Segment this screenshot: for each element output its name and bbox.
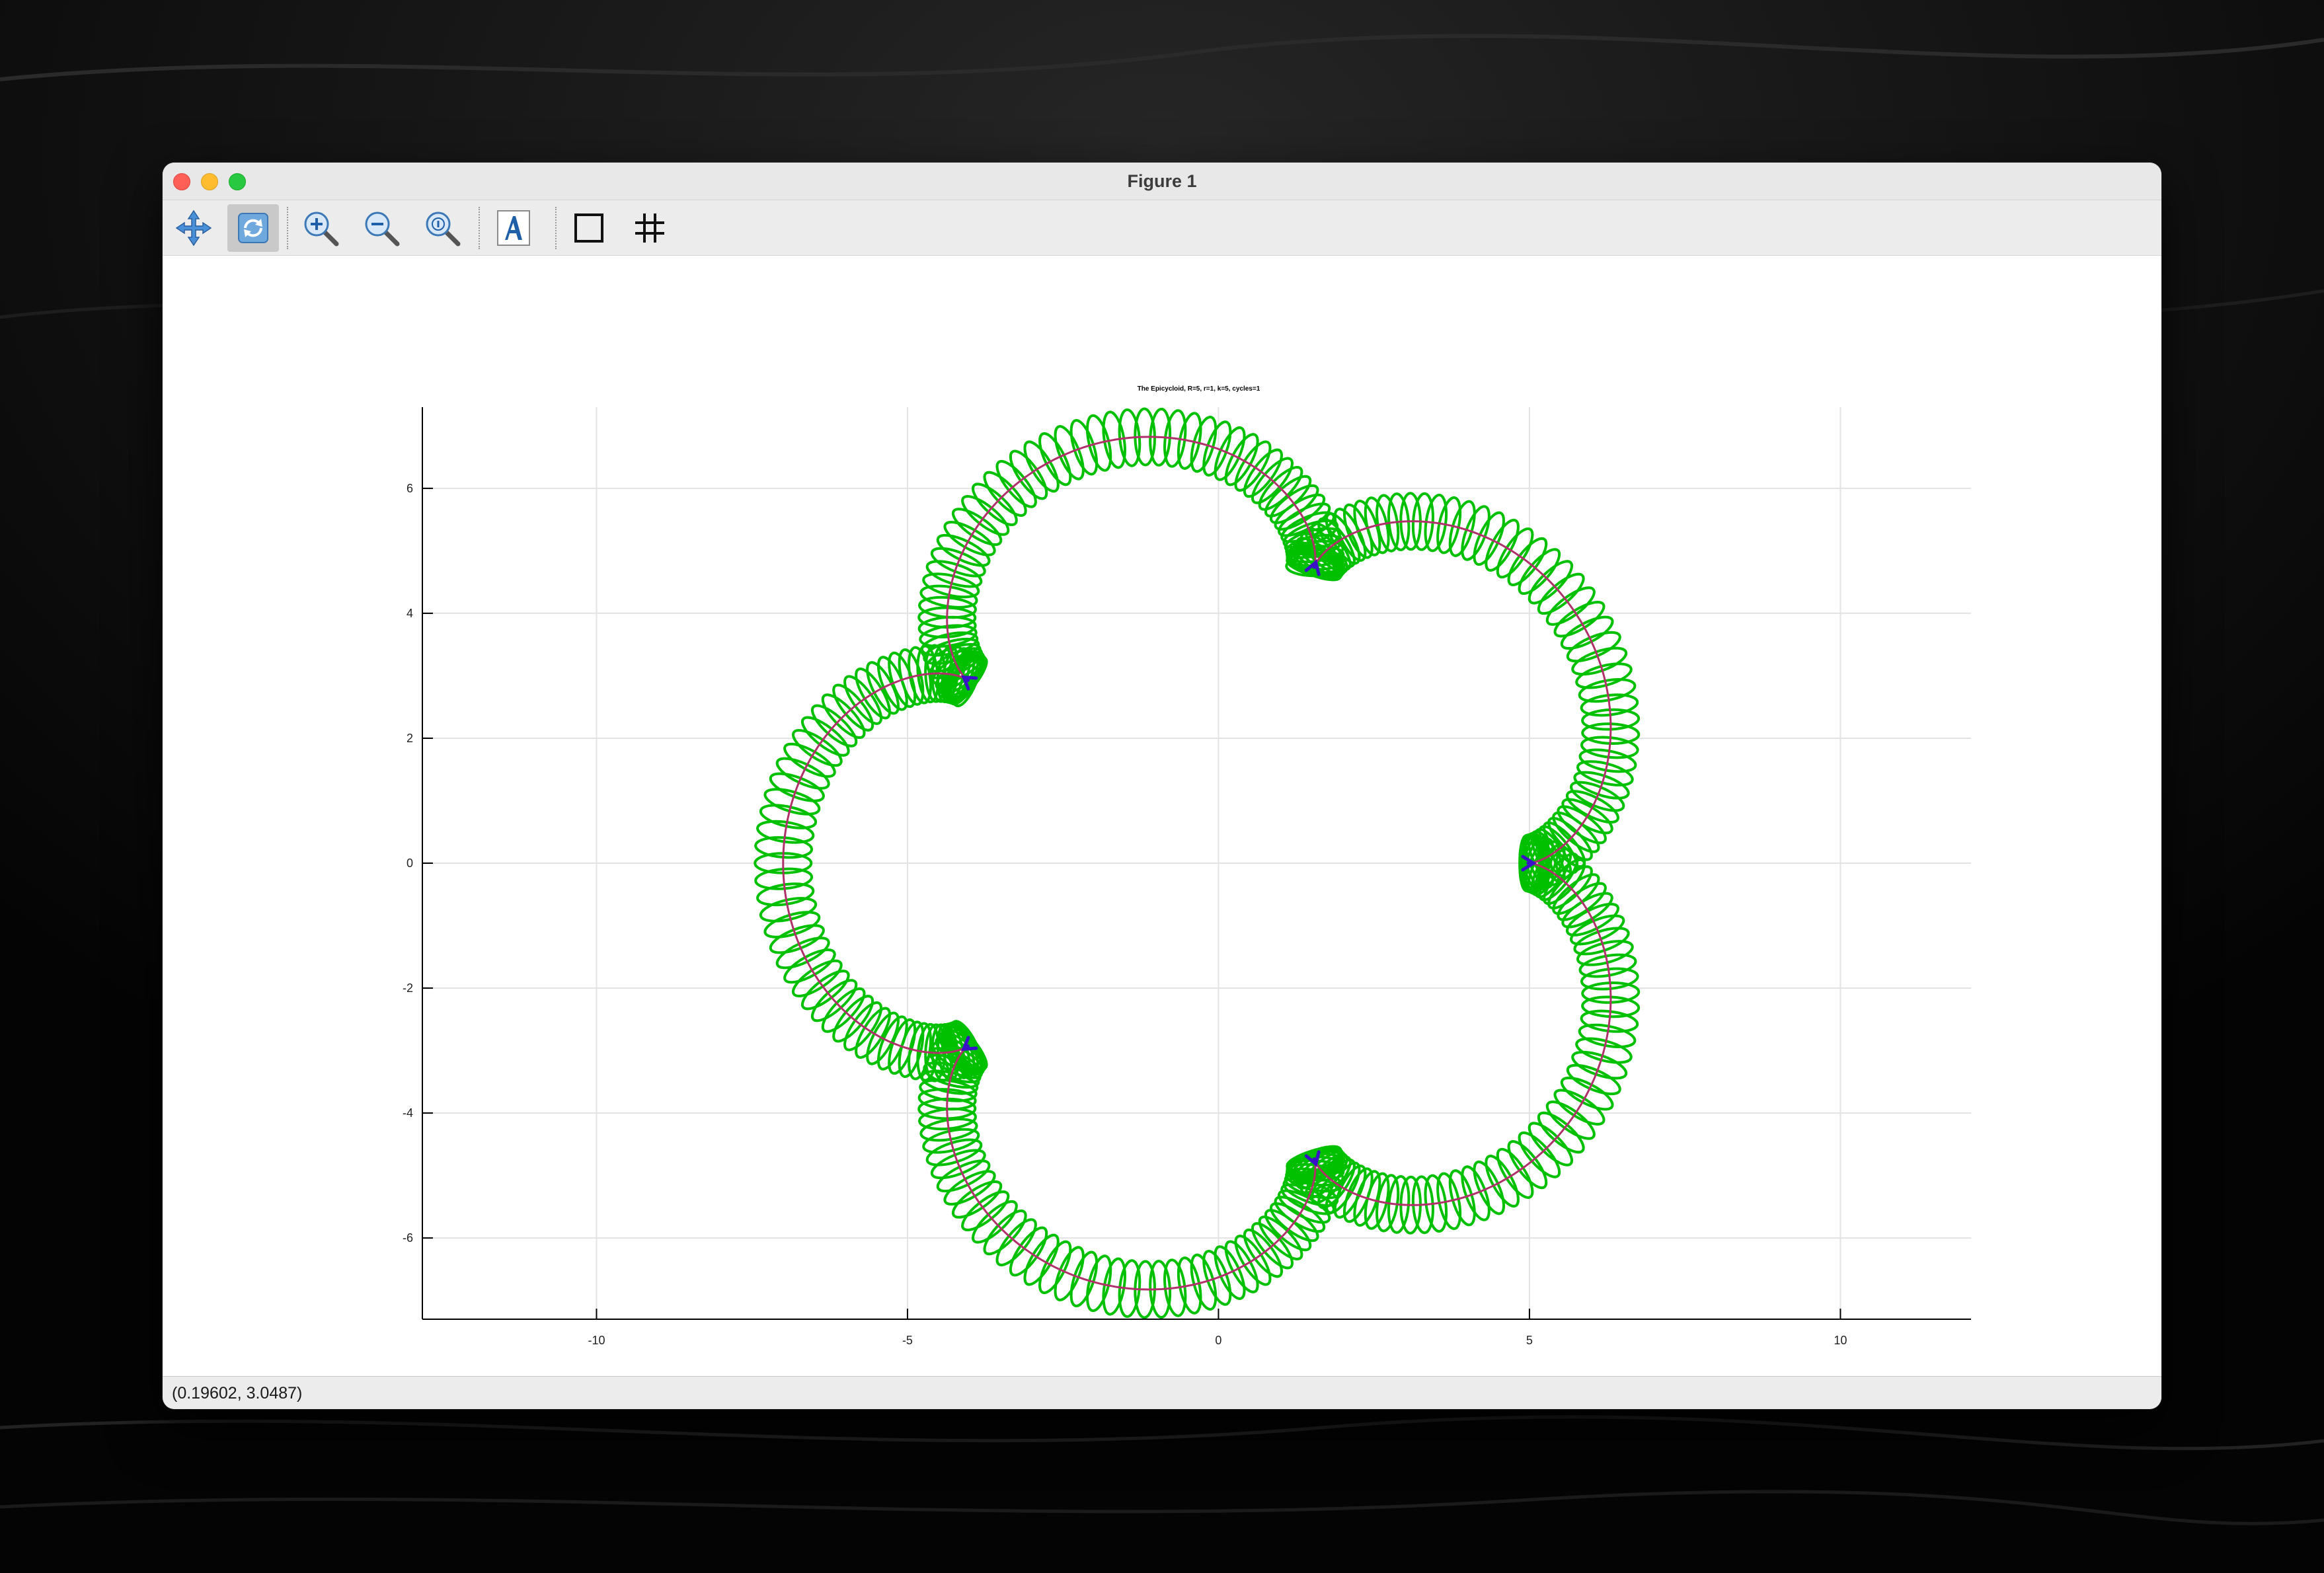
toolbar-separator — [555, 207, 557, 249]
figure-window: Figure 1 -10 -5 0 5 10 -6 -4 -2 0 2 4 6 … — [163, 163, 2161, 1409]
zoom-in-icon — [304, 211, 339, 247]
toolbar-separator — [287, 207, 288, 249]
status-bar: (0.19602, 3.0487) — [163, 1376, 2161, 1409]
y-tick-label: -6 — [403, 1231, 413, 1245]
zoom-reset-icon — [426, 211, 461, 247]
x-tick-label: 0 — [1215, 1334, 1221, 1347]
pan-tool-button[interactable] — [168, 204, 219, 252]
cursor-coordinates: (0.19602, 3.0487) — [172, 1384, 303, 1402]
y-tick-label: -2 — [403, 981, 413, 995]
x-tick-label: 10 — [1834, 1334, 1847, 1347]
grid-lines — [422, 407, 1971, 1319]
text-a-icon — [497, 210, 530, 246]
y-tick-label: 2 — [407, 732, 413, 745]
title-bar: Figure 1 — [163, 163, 2161, 200]
insert-text-tool-button[interactable] — [488, 204, 539, 252]
window-title: Figure 1 — [1127, 171, 1197, 191]
pan-arrows-icon — [175, 210, 212, 247]
zoom-in-tool-button[interactable] — [295, 204, 346, 252]
y-tick-label: 6 — [407, 482, 413, 495]
zoom-reset-tool-button[interactable] — [416, 204, 468, 252]
y-tick-label: 0 — [407, 857, 413, 870]
plot-canvas[interactable]: -10 -5 0 5 10 -6 -4 -2 0 2 4 6 The Epicycloid, R=5,… — [163, 256, 2161, 1376]
x-tick-label: -5 — [902, 1334, 913, 1347]
epicycloid-chart[interactable]: -10 -5 0 5 10 -6 -4 -2 0 2 4 6 The Epicycloid, R=5,… — [163, 256, 2161, 1376]
axes: -10 -5 0 5 10 -6 -4 -2 0 2 4 6 — [403, 407, 1971, 1347]
figure-toolbar — [163, 200, 2161, 256]
y-tick-label: -4 — [403, 1106, 413, 1120]
x-tick-label: -10 — [588, 1334, 605, 1347]
zoom-out-icon — [365, 211, 400, 247]
toggle-box-tool-button[interactable] — [563, 204, 615, 252]
toggle-grid-tool-button[interactable] — [624, 204, 676, 252]
x-tick-label: 5 — [1526, 1334, 1533, 1347]
y-tick-label: 4 — [407, 607, 413, 620]
square-box-icon — [574, 213, 603, 243]
zoom-out-tool-button[interactable] — [356, 204, 407, 252]
chart-title: The Epicycloid, R=5, r=1, k=5, cycles=1 — [1138, 385, 1260, 393]
toolbar-separator — [479, 207, 480, 249]
grid-icon — [635, 213, 664, 243]
rotate-icon — [238, 213, 268, 243]
rotate-tool-button[interactable] — [227, 204, 279, 252]
